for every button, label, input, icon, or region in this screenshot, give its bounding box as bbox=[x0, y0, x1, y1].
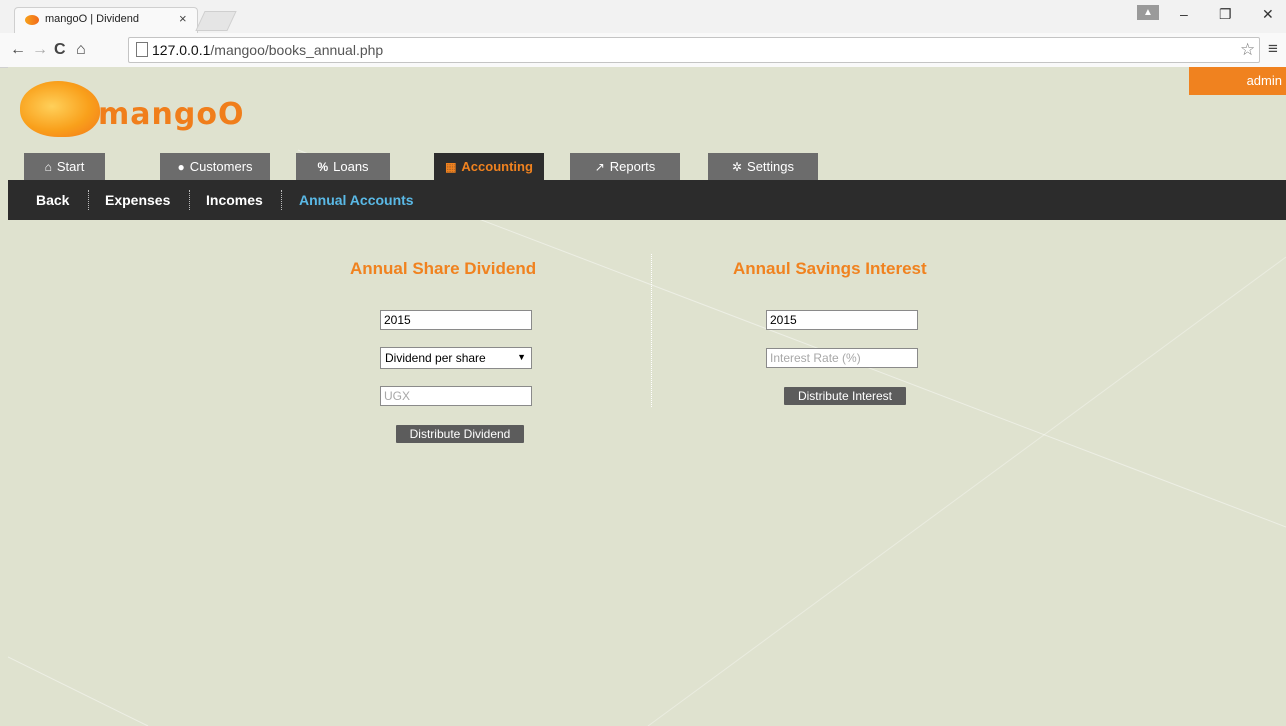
section-divider bbox=[651, 254, 652, 407]
tab-loans-label: Loans bbox=[333, 159, 369, 174]
browser-tab-title: mangoO | Dividend bbox=[45, 13, 139, 25]
url-path: /mangoo/books_annual.php bbox=[210, 42, 384, 58]
dividend-type-value: Dividend per share bbox=[385, 351, 486, 365]
browser-tab[interactable]: mangoO | Dividend × bbox=[14, 7, 198, 34]
browser-menu-icon[interactable]: ≡ bbox=[1268, 39, 1278, 59]
user-label: admin bbox=[1246, 73, 1282, 88]
mango-logo-icon bbox=[20, 81, 100, 137]
tab-reports-label: Reports bbox=[609, 159, 656, 174]
page-content: mangoO admin ⌂ Start ● Customers % Loans ▦ A… bbox=[8, 67, 1286, 726]
tab-accounting[interactable]: ▦ Accounting bbox=[434, 153, 544, 180]
mango-favicon-icon bbox=[25, 15, 39, 25]
dropdown-caret-icon: ▼ bbox=[517, 352, 526, 362]
minimize-icon[interactable]: – bbox=[1180, 6, 1188, 22]
tab-accounting-label: Accounting bbox=[461, 159, 533, 174]
url-host: 127.0.0.1 bbox=[152, 42, 211, 58]
home-icon: ⌂ bbox=[44, 159, 52, 174]
url-text: 127.0.0.1/mangoo/books_annual.php bbox=[152, 42, 383, 58]
browser-tab-strip: mangoO | Dividend × ▲ – ❐ ✕ bbox=[0, 0, 1286, 34]
new-tab-button[interactable] bbox=[195, 11, 237, 31]
calculator-icon: ▦ bbox=[445, 159, 457, 174]
bookmark-star-icon[interactable]: ☆ bbox=[1240, 40, 1255, 60]
tab-start-label: Start bbox=[56, 159, 85, 174]
logo-text: mangoO bbox=[98, 97, 245, 132]
page-icon bbox=[136, 42, 148, 57]
distribute-interest-button[interactable]: Distribute Interest bbox=[784, 387, 906, 405]
interest-year-input[interactable]: 2015 bbox=[766, 310, 918, 330]
tab-reports[interactable]: ↗ Reports bbox=[570, 153, 680, 180]
close-window-icon[interactable]: ✕ bbox=[1262, 6, 1274, 23]
tab-start[interactable]: ⌂ Start bbox=[24, 153, 105, 180]
restore-icon[interactable]: ❐ bbox=[1219, 6, 1232, 23]
distribute-dividend-button[interactable]: Distribute Dividend bbox=[396, 425, 524, 443]
tab-settings-label: Settings bbox=[747, 159, 795, 174]
gear-icon: ✲ bbox=[731, 159, 743, 174]
home-icon[interactable]: ⌂ bbox=[76, 41, 86, 59]
sub-navigation: Back Expenses Incomes Annual Accounts bbox=[8, 180, 1286, 220]
percent-icon: % bbox=[317, 159, 329, 174]
subnav-expenses[interactable]: Expenses bbox=[105, 180, 170, 220]
subnav-divider bbox=[281, 190, 282, 210]
tab-loans[interactable]: % Loans bbox=[296, 153, 390, 180]
subnav-divider bbox=[189, 190, 190, 210]
back-arrow-icon[interactable]: ← bbox=[10, 41, 26, 59]
forward-arrow-icon[interactable]: → bbox=[32, 41, 48, 59]
user-menu-button[interactable]: admin bbox=[1189, 67, 1286, 95]
close-tab-icon[interactable]: × bbox=[179, 11, 187, 26]
subnav-annual-accounts[interactable]: Annual Accounts bbox=[299, 180, 414, 220]
chart-icon: ↗ bbox=[594, 159, 605, 174]
dividend-year-input[interactable]: 2015 bbox=[380, 310, 532, 330]
dividend-title: Annual Share Dividend bbox=[350, 259, 537, 278]
tab-customers[interactable]: ● Customers bbox=[160, 153, 270, 180]
subnav-back[interactable]: Back bbox=[36, 180, 69, 220]
dividend-type-select[interactable]: Dividend per share ▼ bbox=[380, 347, 532, 369]
subnav-incomes[interactable]: Incomes bbox=[206, 180, 263, 220]
dividend-amount-input[interactable]: UGX bbox=[380, 386, 532, 406]
reload-icon[interactable]: C bbox=[54, 41, 66, 59]
interest-title: Annaul Savings Interest bbox=[733, 259, 927, 278]
profile-icon[interactable]: ▲ bbox=[1137, 5, 1159, 20]
tab-settings[interactable]: ✲ Settings bbox=[708, 153, 818, 180]
interest-rate-input[interactable]: Interest Rate (%) bbox=[766, 348, 918, 368]
address-toolbar: ← → C ⌂ 127.0.0.1/mangoo/books_annual.ph… bbox=[0, 33, 1286, 68]
url-bar[interactable]: 127.0.0.1/mangoo/books_annual.php bbox=[128, 37, 1260, 63]
subnav-divider bbox=[88, 190, 89, 210]
user-icon: ● bbox=[177, 159, 185, 174]
tab-customers-label: Customers bbox=[189, 159, 253, 174]
